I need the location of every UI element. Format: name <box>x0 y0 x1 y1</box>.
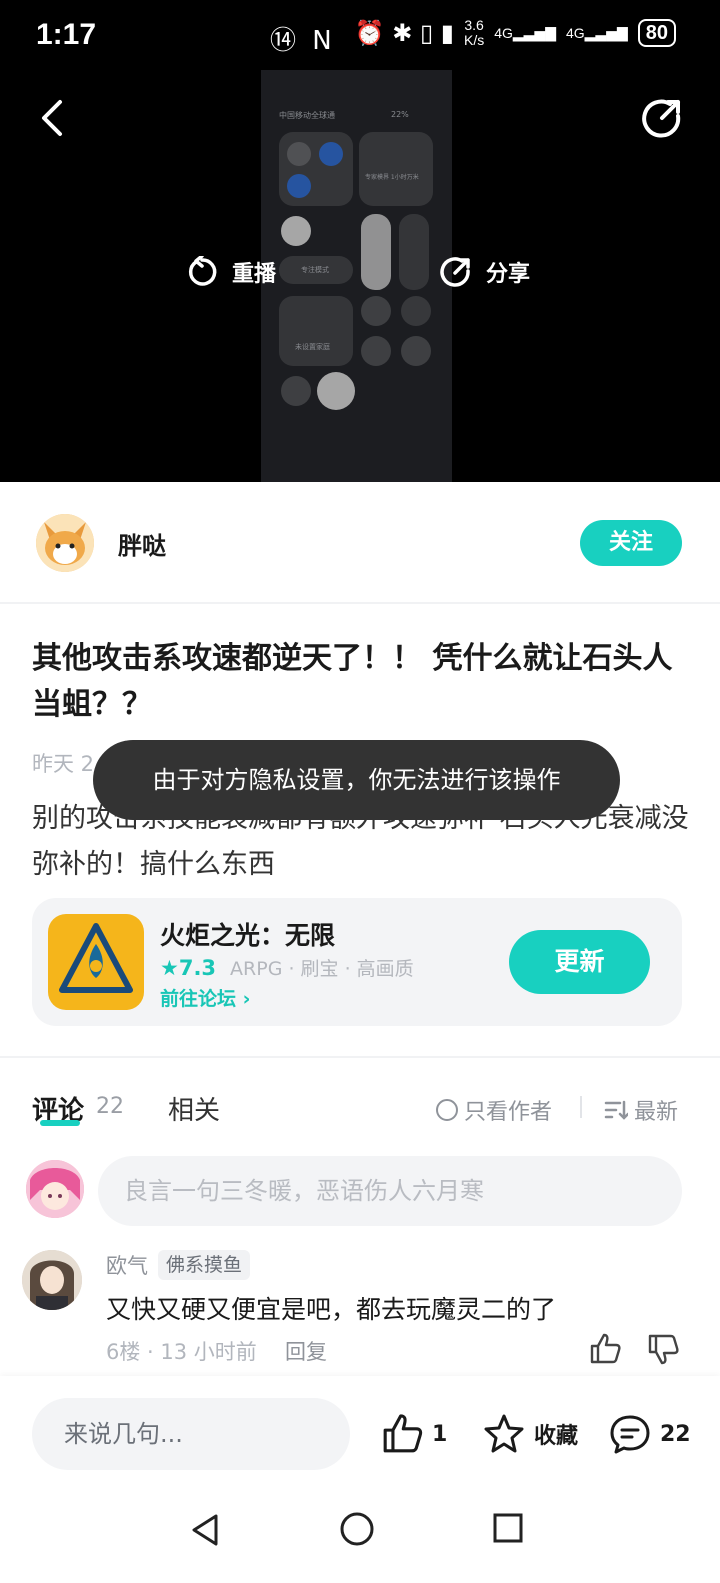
radio-icon <box>436 1099 458 1121</box>
reply-button[interactable]: 回复 <box>285 1336 327 1366</box>
status-time: 1:17 <box>36 18 97 51</box>
say-something-input[interactable]: 来说几句... <box>32 1398 350 1470</box>
system-nav-bar <box>0 1494 720 1583</box>
thumbs-up-icon[interactable] <box>588 1332 622 1366</box>
share-video-button[interactable]: 分享 <box>440 256 530 288</box>
star-icon <box>484 1414 524 1453</box>
author-row: 胖哒 关注 <box>0 482 720 604</box>
network-speed: 3.6 K/s <box>463 17 485 48</box>
sort-icon <box>604 1100 628 1120</box>
author-name[interactable]: 胖哒 <box>118 526 166 561</box>
replay-button[interactable]: 重播 <box>186 256 276 288</box>
divider <box>0 1056 720 1058</box>
avatar-image <box>26 1160 84 1218</box>
game-tags: ARPG · 刷宝 · 高画质 <box>230 958 414 980</box>
update-button[interactable]: 更新 <box>509 930 650 994</box>
video-overlay <box>0 70 720 482</box>
tab-active-underline <box>40 1120 80 1126</box>
battery-icon: 80 <box>637 19 676 47</box>
share-icon <box>440 257 470 287</box>
author-only-toggle[interactable]: 只看作者 <box>436 1094 552 1126</box>
follow-button[interactable]: 关注 <box>580 520 682 566</box>
comments-count: 22 <box>96 1094 124 1119</box>
nav-recent-apps-icon[interactable] <box>490 1510 526 1546</box>
status-system-icons: ⏰ ✱ ▯ ▮ <box>354 19 454 47</box>
avatar-image <box>22 1250 82 1310</box>
favorite-label: 收藏 <box>534 1424 579 1449</box>
my-avatar <box>26 1160 84 1218</box>
comment-input[interactable]: 良言一句三冬暖，恶语伤人六月寒 <box>98 1156 682 1226</box>
comment-text: 又快又硬又便宜是吧，都去玩魔灵二的了 <box>106 1295 557 1324</box>
replay-label: 重播 <box>232 262 277 287</box>
game-name: 火炬之光：无限 <box>160 921 336 950</box>
comments-button[interactable]: 22 <box>608 1412 691 1456</box>
commenter-avatar[interactable] <box>22 1250 82 1310</box>
replay-icon <box>188 256 217 286</box>
comment-count: 22 <box>660 1421 691 1447</box>
thumbs-down-icon[interactable] <box>646 1332 680 1366</box>
comment-username[interactable]: 欧气 <box>106 1250 148 1280</box>
game-icon <box>48 914 144 1010</box>
torchlight-logo-icon <box>59 923 133 993</box>
comment-tabs: 评论 22 相关 只看作者 最新 <box>0 1080 720 1132</box>
post-meta: 昨天 2 <box>32 752 95 776</box>
game-card[interactable]: 火炬之光：无限 ★7.3 ARPG · 刷宝 · 高画质 前往论坛 › 更新 <box>32 898 682 1026</box>
post-title: 其他攻击系攻速都逆天了！！ 凭什么就让石头人当蛆？？ <box>32 641 673 722</box>
comment-meta: 6楼 · 13 小时前 <box>106 1340 257 1364</box>
favorite-button[interactable]: 收藏 <box>482 1412 578 1456</box>
nav-back-icon[interactable] <box>186 1510 226 1550</box>
status-right-icons: ⏰ ✱ ▯ ▮ 3.6 K/s 4G▂▃▅▇ 4G▂▃▅▇ 80 <box>355 18 676 48</box>
share-icon[interactable] <box>640 96 684 140</box>
game-rating: ★7.3 <box>160 955 217 980</box>
share-label: 分享 <box>486 262 531 287</box>
status-left-icons: ⑭ N <box>270 26 336 56</box>
back-arrow-icon[interactable] <box>34 98 74 138</box>
user-badge: 佛系摸鱼 <box>158 1250 251 1280</box>
tab-separator <box>580 1096 582 1118</box>
bottom-action-bar: 来说几句... 1 收藏 22 <box>0 1376 720 1494</box>
chevron-right-icon: › <box>242 988 251 1010</box>
signal-icon-2: 4G▂▃▅▇ <box>565 24 628 41</box>
like-button[interactable]: 1 <box>380 1412 447 1456</box>
author-avatar[interactable] <box>36 514 94 572</box>
game-rating-row: ★7.3 ARPG · 刷宝 · 高画质 <box>160 954 414 981</box>
privacy-toast: 由于对方隐私设置，你无法进行该操作 <box>93 740 620 820</box>
sort-latest-button[interactable]: 最新 <box>604 1094 678 1126</box>
video-player[interactable]: 中国移动全球通 22% 专家模界 1小时万米 专注模式 未设置家庭 重播 分享 <box>0 70 720 482</box>
tab-related[interactable]: 相关 <box>168 1090 220 1127</box>
nav-home-icon[interactable] <box>338 1510 376 1548</box>
like-count: 1 <box>432 1421 448 1447</box>
signal-icon-1: 4G▂▃▅▇ <box>494 24 556 41</box>
forum-link[interactable]: 前往论坛 › <box>160 984 250 1011</box>
avatar-image <box>36 514 94 572</box>
thumbs-up-icon <box>383 1414 423 1453</box>
status-bar: 1:17 ⑭ N ⏰ ✱ ▯ ▮ 3.6 K/s 4G▂▃▅▇ 4G▂▃▅▇ 8… <box>0 0 720 70</box>
comment-bubble-icon <box>610 1415 650 1454</box>
